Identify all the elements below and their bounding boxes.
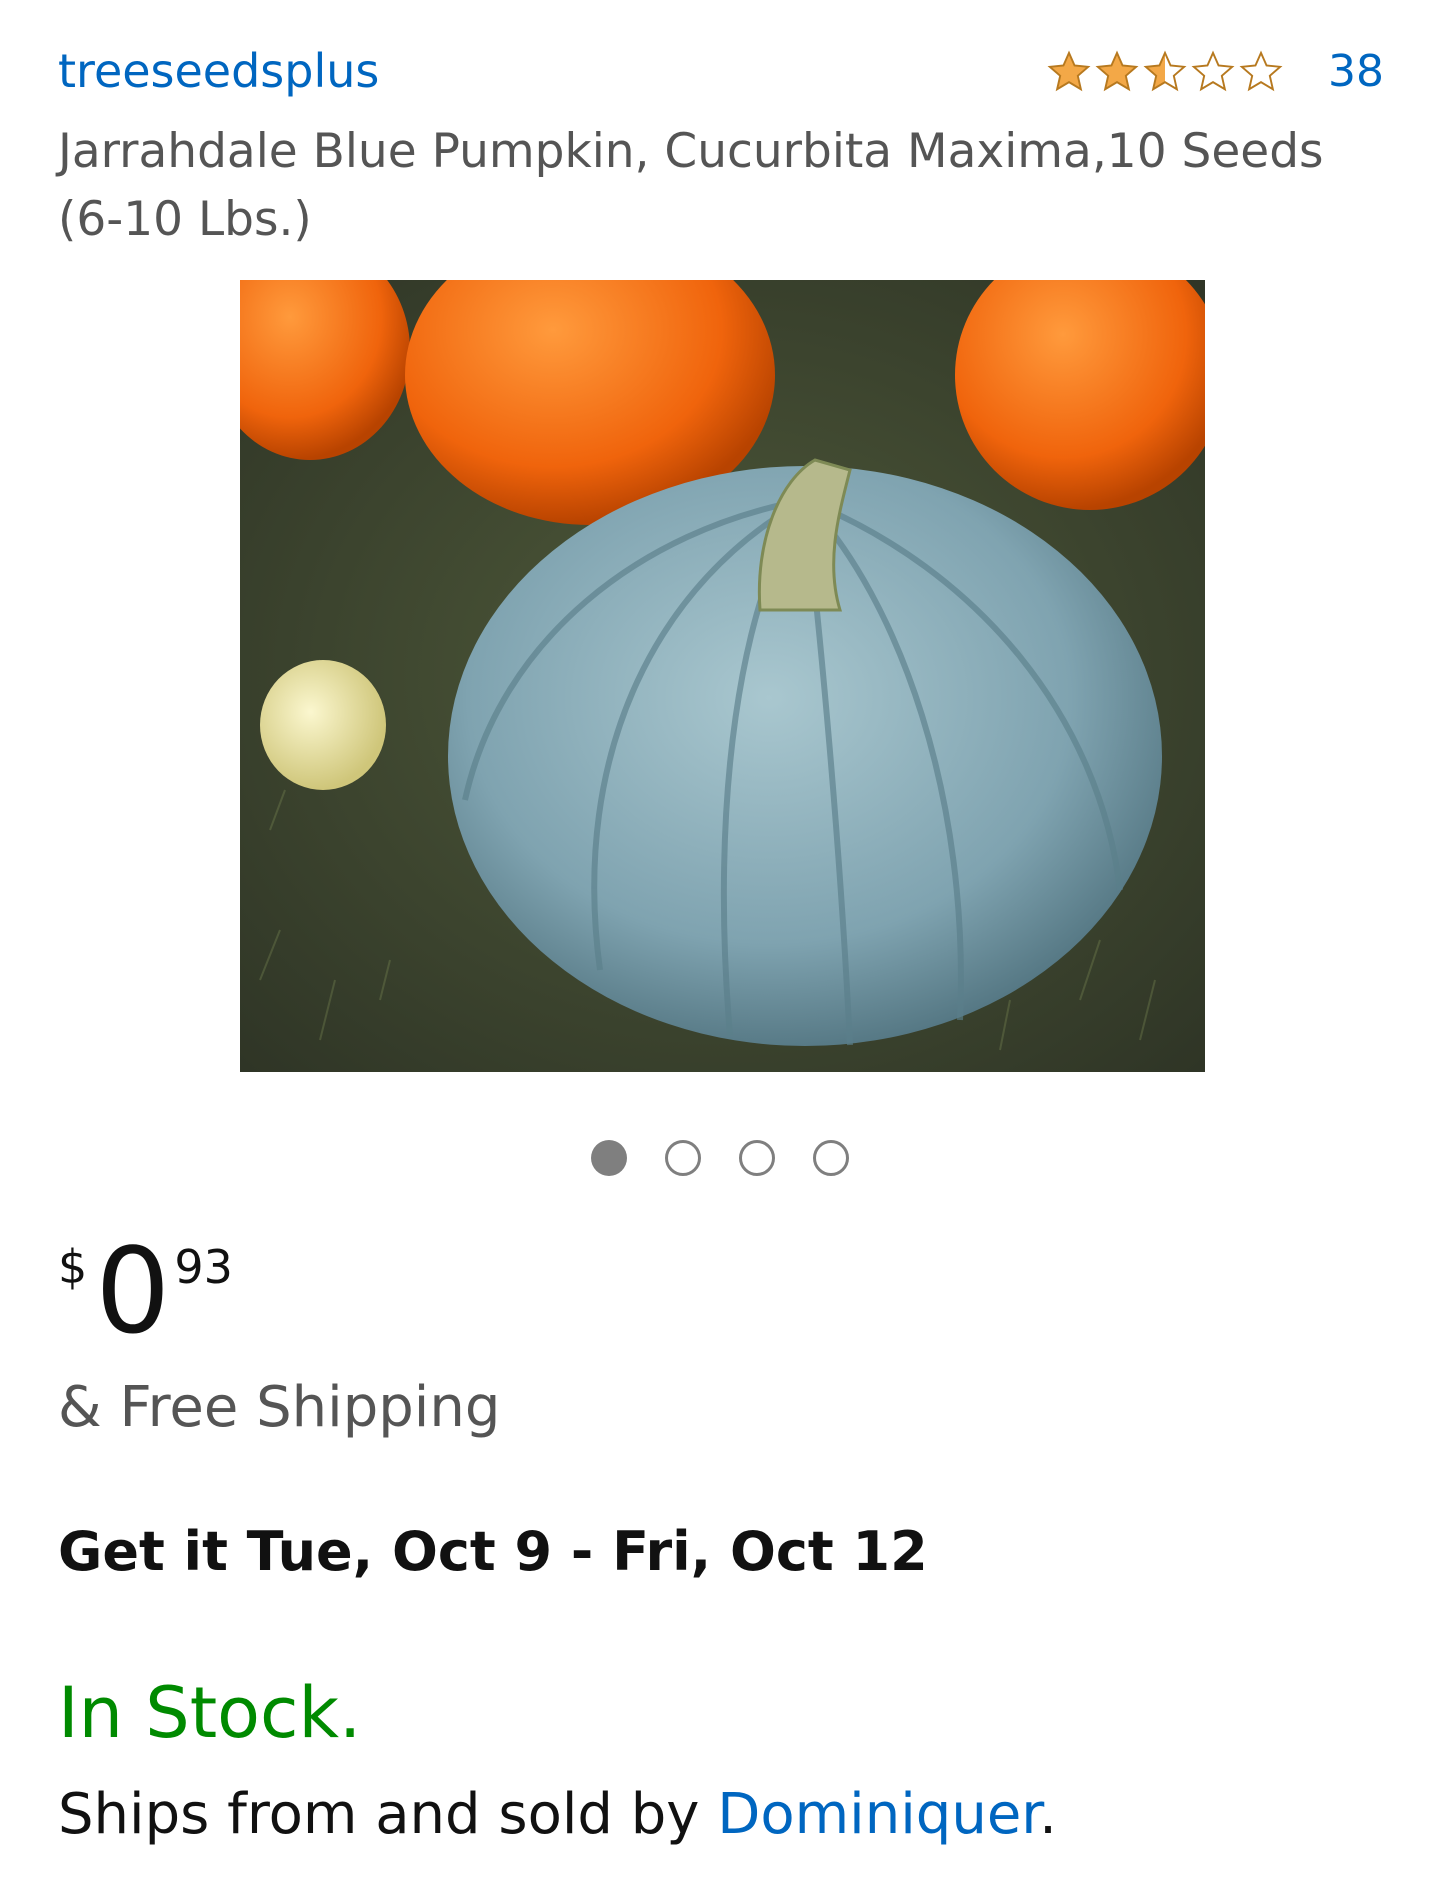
price-fraction: 93 [174,1240,233,1294]
review-count-link[interactable]: 38 [1328,46,1384,97]
stock-status: In Stock. [58,1672,362,1754]
carousel-dot-4[interactable] [813,1140,849,1176]
seller-suffix: . [1039,1782,1057,1847]
product-image[interactable] [240,280,1205,1072]
star-full-icon [1095,49,1139,91]
delivery-estimate: Get it Tue, Oct 9 - Fri, Oct 12 [58,1520,928,1583]
star-empty-icon [1191,49,1235,91]
seller-info: Ships from and sold by Dominiquer. [58,1782,1057,1847]
price-whole: 0 [95,1222,171,1360]
star-full-icon [1047,49,1091,91]
carousel-dot-3[interactable] [739,1140,775,1176]
seller-link[interactable]: Dominiquer [717,1782,1039,1847]
brand-link[interactable]: treeseedsplus [58,44,379,98]
product-title: Jarrahdale Blue Pumpkin, Cucurbita Maxim… [58,124,1324,247]
rating[interactable]: 38 [1046,46,1384,97]
star-rating[interactable] [1046,49,1284,95]
shipping-info: & Free Shipping [58,1375,501,1440]
star-empty-icon [1239,49,1283,91]
price: $ 0 93 [58,1232,233,1350]
star-half-icon [1143,49,1187,91]
seller-prefix: Ships from and sold by [58,1782,718,1847]
carousel-dot-1[interactable] [591,1140,627,1176]
price-symbol: $ [58,1240,88,1294]
image-carousel-dots[interactable] [0,1140,1440,1180]
carousel-dot-2[interactable] [665,1140,701,1176]
header-row: treeseedsplus 38 [58,40,1384,110]
